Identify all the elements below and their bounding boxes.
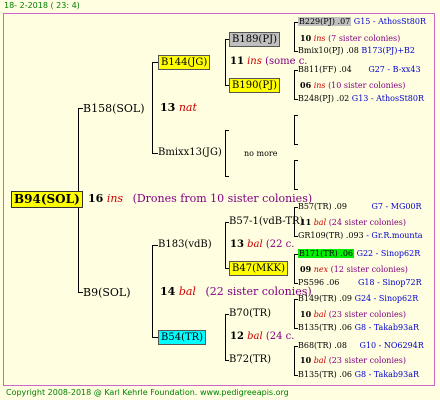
g4-entry[interactable]: B248(PJ) .02 G13 - AthosSt80R [298, 94, 424, 104]
queen-b70[interactable]: B70(TR) [229, 308, 271, 320]
g4-entry[interactable]: B811(FF) .04 G27 - B-xx43 [298, 65, 421, 75]
g4-entry[interactable]: B149(TR) .09 G24 - Sinop62R [298, 294, 418, 304]
b158-drone-info: 13 nat [160, 101, 197, 114]
connector [225, 130, 229, 131]
queen-root[interactable]: B94(SOL) [11, 191, 83, 208]
g4-entry[interactable]: B229(PJ) .07 G15 - AthosSt80R [298, 17, 426, 27]
queen-b54[interactable]: B54(TR) [158, 330, 207, 345]
connector [294, 115, 298, 116]
queen-b190[interactable]: B190(PJ) [229, 78, 280, 93]
queen-b72[interactable]: B72(TR) [229, 354, 271, 366]
queen-b183[interactable]: B183(vdB) [158, 239, 212, 251]
g4-entry[interactable]: B135(TR) .06 G8 - Takab93aR [298, 323, 419, 333]
connector [152, 245, 153, 338]
g4-entry[interactable]: B171(TR) .06 G22 - Sinop62R [298, 249, 420, 259]
pedigree-canvas: 18- 2-2018 ( 23: 4) B94(SOL) 16 ins (Dro… [0, 0, 440, 400]
queen-b9[interactable]: B9(SOL) [83, 286, 131, 299]
g4-entry[interactable]: B68(TR) .08 G10 - NO6294R [298, 341, 424, 351]
b57-1-drone-info: 11 bal (24 sister colonies) [300, 217, 406, 227]
connector [294, 144, 298, 145]
g4-entry[interactable]: Bmix10(PJ) .08 B173(PJ)+B2 [298, 46, 415, 56]
b47-drone-info: 09 nex (12 sister colonies) [300, 264, 408, 274]
connector [225, 176, 229, 177]
connector [225, 130, 226, 177]
connector [225, 222, 226, 269]
b144-drone-info: 11 ins (some c. [230, 56, 308, 67]
connector [294, 115, 295, 145]
queen-bmixx13[interactable]: Bmixx13(JG) [158, 147, 222, 159]
b9-drone-info: 14 bal (22 sister colonies) [160, 285, 312, 298]
queen-b144[interactable]: B144(JG) [158, 55, 211, 70]
connector [294, 189, 298, 190]
report-date: 18- 2-2018 ( 23: 4) [4, 1, 80, 10]
connector [294, 346, 295, 376]
root-drone-info: 16 ins (Drones from 10 sister colonies) [88, 192, 313, 205]
b189-drone-info: 10 ins (7 sister colonies) [300, 33, 401, 43]
queen-b47[interactable]: B47(MKK) [229, 261, 289, 276]
connector [225, 39, 226, 86]
b70-drone-info: 10 bal (23 sister colonies) [300, 309, 406, 319]
connector [294, 160, 295, 190]
no-more-label: no more [244, 149, 278, 158]
b183-drone-info: 13 bal (22 c. [230, 239, 295, 250]
g4-entry[interactable]: GR109(TR) .093 - Gr.R.mounta [298, 231, 423, 241]
b190-drone-info: 06 ins (10 sister colonies) [300, 80, 406, 90]
connector [294, 299, 295, 329]
g4-entry[interactable]: B57(TR) .09 G7 - MG00R [298, 202, 422, 212]
b72-drone-info: 10 bal (23 sister colonies) [300, 355, 406, 365]
connector [294, 22, 295, 52]
g4-entry[interactable]: B135(TR) .06 G8 - Takab93aR [298, 370, 419, 380]
queen-b158[interactable]: B158(SOL) [83, 102, 145, 115]
connector [294, 254, 295, 284]
connector [294, 160, 298, 161]
b54-drone-info: 12 bal (24 c. [230, 331, 295, 342]
connector [294, 70, 295, 100]
copyright-footer: Copyright 2008-2018 @ Karl Kehrle Founda… [6, 388, 289, 397]
g4-entry[interactable]: PS596 .06 G18 - Sinop72R [298, 278, 422, 288]
queen-b57-1[interactable]: B57-1(vdB-TR) [229, 216, 303, 228]
connector [225, 314, 226, 361]
queen-b189[interactable]: B189(PJ) [229, 32, 280, 47]
connector [152, 62, 153, 154]
